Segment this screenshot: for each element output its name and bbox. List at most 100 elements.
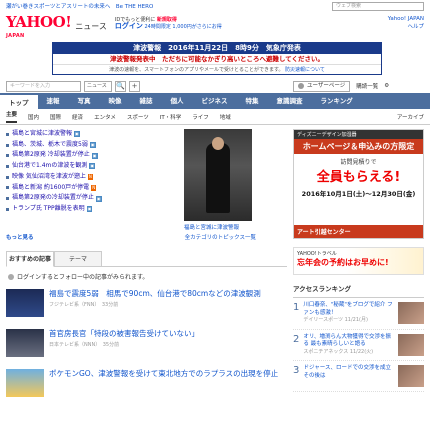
ad-head: ディズニーデザイン加湿器 xyxy=(294,130,423,139)
nav-tab-9[interactable]: ランキング xyxy=(312,93,362,109)
subnav-item-6[interactable]: IT・科学 xyxy=(160,113,181,121)
ranking-meta: デイリースポーツ 11/21(月) xyxy=(303,317,368,323)
help-link[interactable]: ヘルプ xyxy=(388,23,424,31)
subnav-item-8[interactable]: 地域 xyxy=(220,113,231,121)
search-button[interactable]: 🔍 xyxy=(115,80,126,92)
right-column: ディズニーデザイン加湿器 ホームページ＆申込みの方限定 訪問見積りで 全員もらえ… xyxy=(293,125,424,407)
nav-tab-8[interactable]: 意識調査 xyxy=(268,93,312,109)
main-nav: トップ 速報 写真 映像 雑誌 個人 ビジネス 特集 意識調査 ランキング xyxy=(0,93,430,109)
web-search-input[interactable]: ウェブ検索 xyxy=(332,1,424,11)
ranking-title: アクセスランキング xyxy=(293,281,424,298)
login-link[interactable]: ログイン xyxy=(115,22,143,30)
promo-link[interactable]: 瀬がい巻きスポーツとアスリートの未来へ Be THE HERO xyxy=(6,2,153,10)
topics-list: 福島と宮城に津波警報 ▣ 福島、茨城、栃木で震度5弱 ▣ 福島第2原発 冷却装置が停止 ▣… xyxy=(6,129,176,231)
tab-recommended[interactable]: おすすめの記事 xyxy=(6,251,54,267)
sub-nav: 主要 国内 国際 経済 エンタメ スポーツ IT・科学 ライフ 地域 アーカイブ xyxy=(0,109,430,125)
camera-icon: ▣ xyxy=(74,131,80,138)
ranking-number: 1 xyxy=(293,302,300,313)
subnav-item-2[interactable]: 国際 xyxy=(50,113,61,121)
subnav-item-5[interactable]: スポーツ xyxy=(127,113,149,121)
article-thumb[interactable] xyxy=(6,289,44,317)
ad-banner-travel[interactable]: YAHOO!トラベル 忘年会の予約はお早めに! xyxy=(293,247,424,275)
camera-icon: ▣ xyxy=(86,206,93,213)
ranking-number: 2 xyxy=(293,333,300,345)
subnav-item-1[interactable]: 国内 xyxy=(28,113,39,121)
add-button[interactable]: + xyxy=(129,80,140,92)
topic-item[interactable]: 仙台港で1.4mの津波を観測 ▣ xyxy=(6,161,176,172)
ranking-thumb[interactable] xyxy=(398,365,424,387)
archive-link[interactable]: アーカイブ xyxy=(397,113,424,121)
topic-item[interactable]: トランプ氏 TPP離脱を表明 ▣ xyxy=(6,204,176,215)
article-title[interactable]: ポケモンGO、津波警報を受けて東北地方でのラプラスの出現を停止 xyxy=(49,369,278,379)
topic-photo[interactable]: 福島と宮城に津波警報 xyxy=(184,129,252,231)
nav-tab-3[interactable]: 映像 xyxy=(100,93,131,109)
ranking-thumb[interactable] xyxy=(398,333,424,356)
topic-photo-image[interactable] xyxy=(184,129,252,221)
subscription-link[interactable]: 購読一覧 xyxy=(356,82,378,90)
subnav-item-7[interactable]: ライフ xyxy=(192,113,209,121)
info-icon xyxy=(8,273,14,280)
yahoo-top-link[interactable]: Yahoo! JAPAN xyxy=(388,15,424,23)
category-select[interactable]: ニュース xyxy=(84,80,112,92)
ranking-item[interactable]: 3 ドジャース、ロードでの交渉を成立 その後は xyxy=(293,361,424,392)
tsunami-alert: 津波警報 2016年11月22日 8時9分 気象庁発表 津波警報発表中 ただちに… xyxy=(52,42,382,75)
nav-tab-6[interactable]: ビジネス xyxy=(193,93,237,109)
login-message[interactable]: ログインするとフォロー中の記事がみられます。 xyxy=(8,272,287,281)
header: YAHOO! JAPAN ニュース IDでもっと便利に 新規取得 ログイン 24時… xyxy=(0,12,430,42)
subnav-item-4[interactable]: エンタメ xyxy=(94,113,116,121)
article-item[interactable]: 福島で震度5弱 相馬で90cm、仙台港で80cmなどの津波観測 フジテレビ系（FN… xyxy=(6,287,287,319)
topic-item[interactable]: 福島と新潟 約1600戸が停電 N xyxy=(6,183,176,194)
user-icon xyxy=(298,83,304,89)
ranking-thumb[interactable] xyxy=(398,302,424,324)
nav-tab-2[interactable]: 写真 xyxy=(69,93,100,109)
nav-tab-4[interactable]: 雑誌 xyxy=(131,93,162,109)
article-title[interactable]: 首官房長官「特段の被害報告受けていない」 xyxy=(49,329,199,339)
article-thumb[interactable] xyxy=(6,369,44,397)
subnav-item-3[interactable]: 経済 xyxy=(72,113,83,121)
tab-theme[interactable]: テーマ xyxy=(54,251,102,266)
all-topics-link[interactable]: 全カテゴリのトピックス一覧 xyxy=(185,233,256,241)
ranking-title[interactable]: ドジャース、ロードでの交渉を成立 その後は xyxy=(304,365,394,380)
topics-section: 福島と宮城に津波警報 ▣ 福島、茨城、栃木で震度5弱 ▣ 福島第2原発 冷却装置が停止 ▣… xyxy=(6,129,287,231)
header-links: Yahoo! JAPAN ヘルプ xyxy=(388,15,424,31)
topic-item[interactable]: 福島第2原発の冷却装置が停止 ▣ xyxy=(6,193,176,204)
top-strip: 瀬がい巻きスポーツとアスリートの未来へ Be THE HERO ウェブ検索 xyxy=(0,0,430,12)
left-column: 福島と宮城に津波警報 ▣ 福島、茨城、栃木で震度5弱 ▣ 福島第2原発 冷却装置が停止 ▣… xyxy=(6,125,287,407)
ranking-number: 3 xyxy=(293,365,300,376)
article-item[interactable]: 首官房長官「特段の被害報告受けていない」日本テレビ系（NNN） 35分前 xyxy=(6,327,287,359)
alert-note-link[interactable]: 防災速報について xyxy=(285,67,325,73)
topic-item[interactable]: 福島と宮城に津波警報 ▣ xyxy=(6,129,176,140)
article-thumb[interactable] xyxy=(6,329,44,357)
more-link[interactable]: もっと見る xyxy=(6,233,34,241)
points-promo[interactable]: 24時間限定 1,000円がさらにお得 xyxy=(144,24,221,30)
ad-footer: アート引越センター xyxy=(294,225,423,238)
nav-tab-1[interactable]: 速報 xyxy=(38,93,69,109)
article-title[interactable]: 福島で震度5弱 相馬で90cm、仙台港で80cmなどの津波観測 xyxy=(49,289,261,299)
topic-item[interactable]: 映像 気仙沼湾を津波が遡上 N xyxy=(6,172,176,183)
alert-note: 津波の速報を、スマートフォンのアプリやメールで受けとることができます。 防災速報… xyxy=(53,64,381,74)
nav-tab-5[interactable]: 個人 xyxy=(162,93,193,109)
ad-body: 訪問見積りで 全員もらえる! 2016年10月1日(土)～12月30日(金) xyxy=(301,159,416,198)
service-name[interactable]: ニュース xyxy=(75,21,107,32)
nav-tab-0[interactable]: トップ xyxy=(0,93,38,109)
userpage-button[interactable]: ユーザーページ xyxy=(293,80,351,92)
access-ranking: アクセスランキング 1 川口春奈、"秘蔵"をブログで紹介 ファンも感激！ デイリース… xyxy=(293,281,424,392)
camera-icon: ▣ xyxy=(91,152,98,159)
alert-headline[interactable]: 津波警報発表中 ただちに可能なかぎり高いところへ避難してください。 xyxy=(53,54,381,64)
subnav-item-0[interactable]: 主要 xyxy=(6,110,18,123)
yahoo-logo[interactable]: YAHOO! JAPAN xyxy=(6,15,72,44)
new-icon: N xyxy=(87,174,93,181)
ad-banner-moving[interactable]: ディズニーデザイン加湿器 ホームページ＆申込みの方限定 訪問見積りで 全員もらえ… xyxy=(293,129,424,239)
article-item[interactable]: ポケモンGO、津波警報を受けて東北地方でのラプラスの出現を停止 xyxy=(6,367,287,399)
ranking-title[interactable]: 川口春奈、"秘蔵"をブログで紹介 ファンも感激！ xyxy=(303,302,394,317)
ranking-title[interactable]: オリ、増渕らん大物獲得で交渉を振る 最も素晴らしいと語る xyxy=(303,334,394,349)
topic-item[interactable]: 福島、茨城、栃木で震度5弱 ▣ xyxy=(6,140,176,151)
article-meta: 日本テレビ系（NNN） 35分前 xyxy=(49,342,120,348)
gear-icon[interactable]: ⚙ xyxy=(384,83,389,89)
ranking-item[interactable]: 1 川口春奈、"秘蔵"をブログで紹介 ファンも感激！ デイリースポーツ 11/21(… xyxy=(293,298,424,330)
photo-caption[interactable]: 福島と宮城に津波警報 xyxy=(184,223,252,231)
nav-tab-7[interactable]: 特集 xyxy=(237,93,268,109)
ranking-item[interactable]: 2 オリ、増渕らん大物獲得で交渉を振る 最も素晴らしいと語る スポニチアネックス 1… xyxy=(293,330,424,361)
keyword-input[interactable]: キーワードを入力 xyxy=(6,80,81,92)
topic-item[interactable]: 福島第2原発 冷却装置が停止 ▣ xyxy=(6,150,176,161)
